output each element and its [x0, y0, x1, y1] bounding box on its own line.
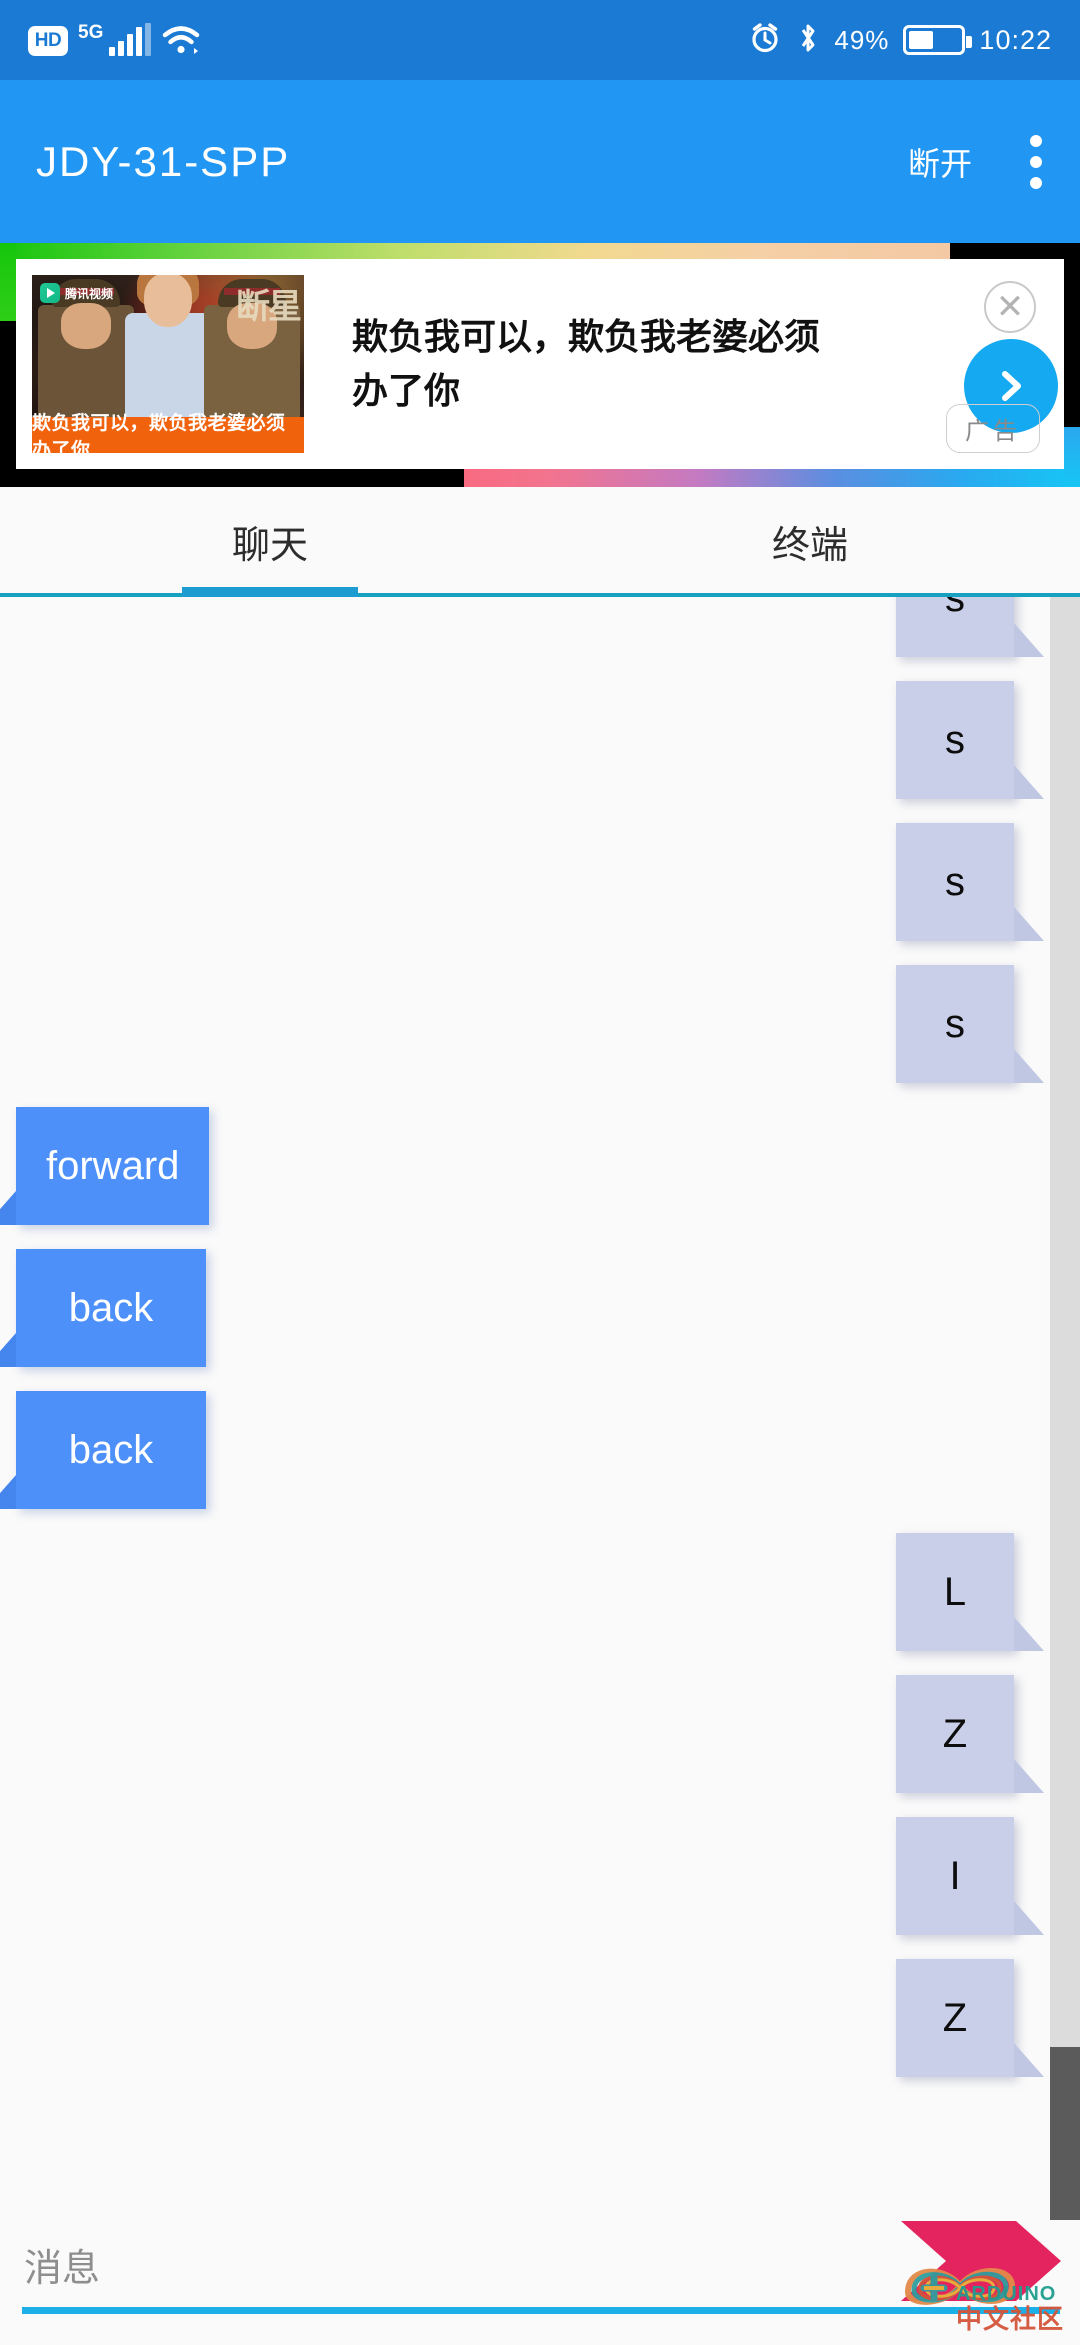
app-bar: JDY-31-SPP 断开 — [0, 80, 1080, 243]
ad-brand-label: 腾讯视频 — [65, 286, 114, 301]
ad-thumbnail-figure-left — [38, 279, 134, 425]
ad-thumbnail-caption: 欺负我可以，欺负我老婆必须办了你 — [32, 413, 304, 453]
ad-card[interactable]: 腾讯视频 断星 欺负我可以，欺负我老婆必须办了你 欺负我可以，欺负我老婆必须办了… — [16, 259, 1064, 469]
ad-headline: 欺负我可以，欺负我老婆必须办了你 — [352, 316, 821, 411]
play-icon — [40, 283, 60, 303]
watermark-text: ARDUINO 中文社区 — [956, 2284, 1064, 2332]
incoming-message-bubble[interactable]: s — [896, 597, 1044, 657]
incoming-message-bubble[interactable]: L — [896, 1533, 1044, 1651]
outgoing-message-bubble[interactable]: back — [0, 1391, 206, 1509]
chat-row: L — [0, 1533, 1072, 1651]
incoming-message-bubble[interactable]: Z — [896, 1959, 1044, 2077]
overflow-menu-icon[interactable] — [1016, 131, 1044, 193]
chat-row: forward — [0, 1107, 1072, 1225]
arduino-infinity-icon: ARDUINO 中文社区 — [890, 2230, 1070, 2340]
chat-row: s — [0, 823, 1072, 941]
chat-row: back — [0, 1249, 1072, 1367]
app-bar-actions: 断开 — [908, 131, 1044, 193]
watermark-en: ARDUINO — [955, 2283, 1057, 2305]
ad-border-bottom — [464, 469, 1080, 487]
incoming-message-bubble[interactable]: s — [896, 823, 1044, 941]
ad-border-top — [0, 243, 951, 259]
status-bar-right: 49% 10:22 — [748, 21, 1052, 60]
ad-border-left — [0, 243, 16, 321]
wifi-icon — [161, 24, 201, 56]
incoming-message-bubble[interactable]: s — [896, 965, 1044, 1083]
chat-row: Z — [0, 1675, 1072, 1793]
chat-row: s — [0, 965, 1072, 1083]
status-bar-left: HD 5G — [28, 22, 201, 56]
message-input-bar: 消息 ARDUINO 中文社区 — [0, 2220, 1080, 2340]
status-bar: HD 5G 49% 10:22 — [0, 0, 1080, 80]
outgoing-message-bubble[interactable]: forward — [0, 1107, 210, 1225]
hd-icon: HD — [28, 26, 68, 56]
ad-banner[interactable]: 腾讯视频 断星 欺负我可以，欺负我老婆必须办了你 欺负我可以，欺负我老婆必须办了… — [0, 243, 1080, 487]
page-title: JDY-31-SPP — [36, 137, 291, 185]
chat-row: I — [0, 1817, 1072, 1935]
chat-messages-container: s s s s forward back back L Z I Z — [0, 597, 1080, 2101]
chat-scrollbar-track[interactable] — [1050, 597, 1080, 2280]
incoming-message-bubble[interactable]: Z — [896, 1675, 1044, 1793]
outgoing-message-bubble[interactable]: back — [0, 1249, 206, 1367]
incoming-message-bubble[interactable]: s — [896, 681, 1044, 799]
clock-label: 10:22 — [979, 24, 1052, 55]
ad-actions: ✕ 广告 — [884, 259, 1064, 469]
chat-row: s — [0, 681, 1072, 799]
chat-row: back — [0, 1391, 1072, 1509]
chat-message-list[interactable]: s s s s forward back back L Z I Z — [0, 597, 1080, 2280]
ad-badge: 广告 — [946, 404, 1040, 453]
chat-row: s — [0, 597, 1072, 657]
battery-icon — [903, 25, 973, 55]
ad-brand-logo: 腾讯视频 — [40, 283, 113, 303]
chat-row: Z — [0, 1959, 1072, 2077]
battery-percent-label: 49% — [834, 24, 890, 55]
ad-thumbnail[interactable]: 腾讯视频 断星 欺负我可以，欺负我老婆必须办了你 — [32, 275, 304, 453]
network-type-label: 5G — [78, 22, 104, 43]
signal-bars-icon — [109, 23, 152, 56]
tab-terminal[interactable]: 终端 — [540, 514, 1080, 593]
ad-border-right — [1064, 427, 1080, 487]
bluetooth-icon — [796, 21, 820, 60]
disconnect-button[interactable]: 断开 — [908, 139, 972, 185]
tab-chat[interactable]: 聊天 — [0, 514, 540, 593]
watermark-cn: 中文社区 — [955, 2304, 1064, 2334]
chat-scrollbar-thumb[interactable] — [1050, 2047, 1080, 2227]
tab-bar: 聊天 终端 — [0, 487, 1080, 597]
ad-poster-title: 断星 — [236, 288, 302, 326]
incoming-message-bubble[interactable]: I — [896, 1817, 1044, 1935]
message-input[interactable]: 消息 — [24, 2237, 100, 2292]
close-circle-icon[interactable]: ✕ — [984, 281, 1036, 333]
alarm-clock-icon — [748, 21, 782, 60]
